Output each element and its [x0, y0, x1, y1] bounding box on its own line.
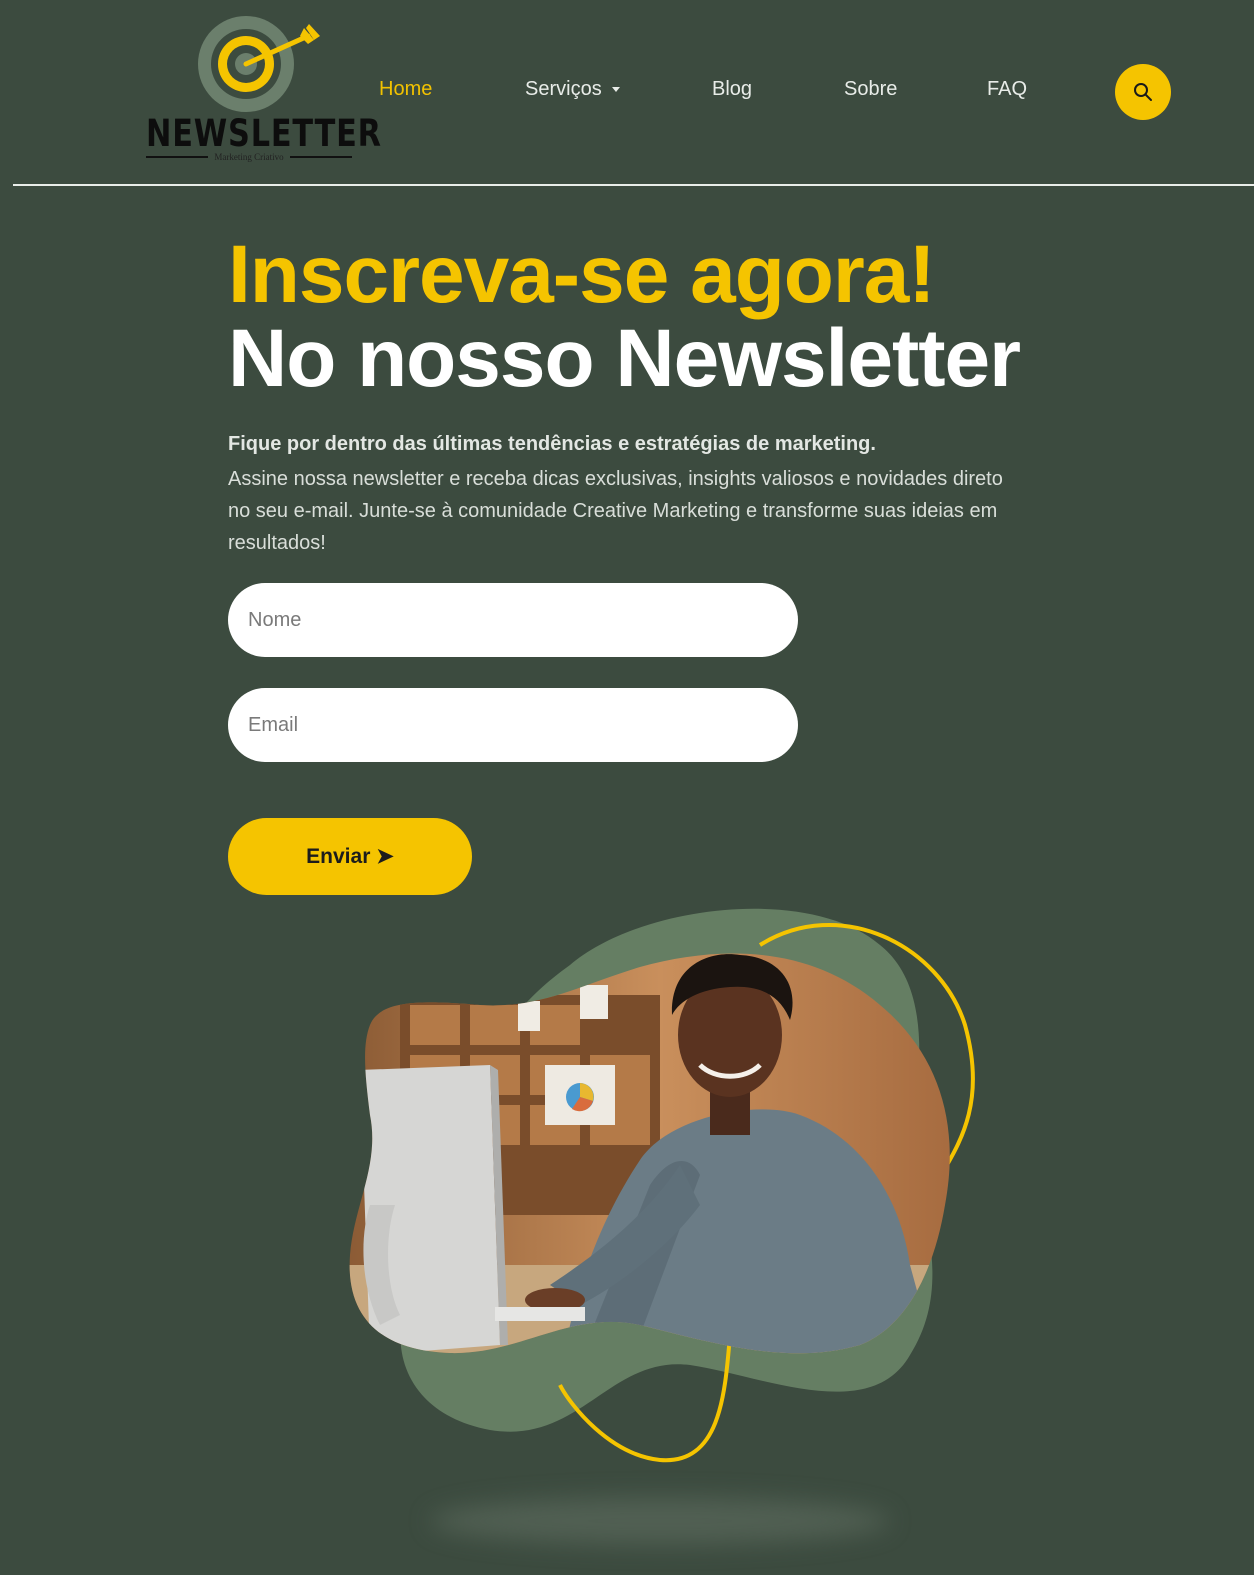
hero-illustration: [340, 905, 980, 1475]
nav-item-faq[interactable]: FAQ: [987, 78, 1027, 101]
nav-item-sobre[interactable]: Sobre: [844, 78, 897, 101]
illustration-shadow: [430, 1497, 890, 1545]
hero-description: Assine nossa newsletter e receba dicas e…: [228, 468, 1003, 554]
person-at-computer-image: [349, 908, 975, 1463]
search-icon: [1134, 83, 1152, 101]
nav-item-servicos[interactable]: Serviços: [525, 78, 620, 101]
hero-title-line2: No nosso Newsletter: [228, 313, 1021, 404]
submit-button[interactable]: Enviar ➤: [228, 818, 472, 895]
name-input[interactable]: [228, 583, 798, 657]
nav-item-blog[interactable]: Blog: [712, 78, 752, 101]
site-header: NEWSLETTER Marketing Criativo Home Servi…: [0, 0, 1254, 185]
main-nav: Home Serviços Blog Sobre FAQ: [0, 78, 1254, 106]
logo-rule-right: [289, 156, 352, 158]
caret-down-icon: [611, 87, 620, 93]
hero-lead: Fique por dentro das últimas tendências …: [228, 433, 876, 455]
hero-title-line1: Inscreva-se agora!: [228, 229, 936, 320]
email-input[interactable]: [228, 688, 798, 762]
submit-label: Enviar ➤: [306, 845, 394, 868]
nav-item-servicos-label: Serviços: [525, 78, 602, 100]
header-divider: [13, 184, 1254, 186]
nav-item-home[interactable]: Home: [379, 78, 432, 101]
search-button[interactable]: [1115, 64, 1171, 120]
brand-name: NEWSLETTER: [146, 112, 382, 155]
brand-tagline: Marketing Criativo: [214, 152, 284, 162]
logo-rule-left: [146, 156, 209, 158]
